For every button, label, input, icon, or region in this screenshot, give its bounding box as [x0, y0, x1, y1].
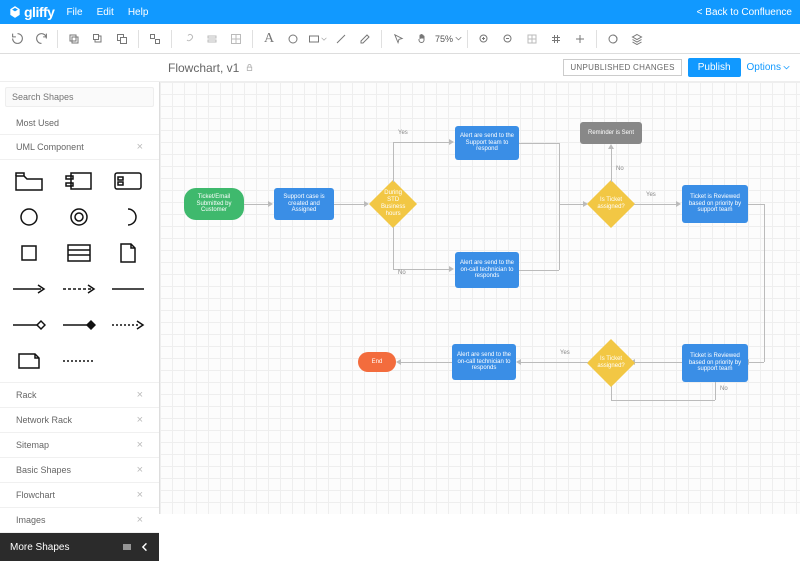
shape-list[interactable] — [58, 240, 100, 266]
shape-line[interactable] — [107, 276, 149, 302]
shape-arrow-dash[interactable] — [58, 276, 100, 302]
shape-doc[interactable] — [107, 240, 149, 266]
table-icon[interactable] — [225, 28, 247, 50]
circle-tool-icon[interactable] — [282, 28, 304, 50]
menu-file[interactable]: File — [66, 7, 82, 18]
node-end[interactable]: End — [358, 352, 396, 372]
node-start[interactable]: Ticket/Email Submitted by Customer — [184, 188, 244, 220]
redo-icon[interactable] — [30, 28, 52, 50]
cat-images[interactable]: Images× — [0, 508, 159, 533]
toolbar: A 75% — [0, 24, 800, 54]
zoom-level[interactable]: 75% — [435, 34, 462, 44]
label-no: No — [720, 386, 728, 392]
node-decision-hours[interactable]: During STD Business hours — [369, 180, 417, 228]
close-icon[interactable]: × — [137, 141, 143, 153]
lock-icon — [245, 63, 254, 72]
cat-flowchart[interactable]: Flowchart× — [0, 483, 159, 508]
shape-circle[interactable] — [8, 204, 50, 230]
pen-tool-icon[interactable] — [354, 28, 376, 50]
close-icon[interactable]: × — [137, 489, 143, 501]
cat-basic[interactable]: Basic Shapes× — [0, 458, 159, 483]
cat-uml[interactable]: UML Component× — [0, 135, 159, 160]
node-decision-assigned2[interactable]: Is Ticket assigned? — [587, 339, 635, 387]
options-dropdown[interactable]: Options — [747, 62, 790, 73]
shape-lolli-open[interactable] — [8, 312, 50, 338]
close-icon[interactable]: × — [137, 389, 143, 401]
zoom-in-icon[interactable] — [473, 28, 495, 50]
group-icon[interactable] — [144, 28, 166, 50]
shape-square[interactable] — [8, 240, 50, 266]
cat-rack[interactable]: Rack× — [0, 383, 159, 408]
cat-network-rack[interactable]: Network Rack× — [0, 408, 159, 433]
theme-icon[interactable] — [602, 28, 624, 50]
node-alert-oncall2[interactable]: Alert are send to the on-call technician… — [452, 344, 516, 380]
chevron-left-icon — [141, 542, 149, 552]
pointer-tool-icon[interactable] — [387, 28, 409, 50]
layer-icon[interactable] — [201, 28, 223, 50]
shape-dots[interactable] — [58, 348, 100, 374]
node-case[interactable]: Support case is created and Assigned — [274, 188, 334, 220]
publish-button[interactable]: Publish — [688, 58, 741, 77]
cat-most-used[interactable]: Most Used — [0, 112, 159, 135]
grid-icon[interactable] — [545, 28, 567, 50]
shapes-panel: Most Used UML Component× Rack× Network R… — [0, 82, 160, 514]
layers-icon[interactable] — [626, 28, 648, 50]
snap-icon[interactable] — [569, 28, 591, 50]
label-yes: Yes — [398, 130, 408, 136]
back-icon[interactable] — [111, 28, 133, 50]
close-icon[interactable]: × — [137, 514, 143, 526]
node-reminder[interactable]: Reminder is Sent — [580, 122, 642, 144]
search-input[interactable] — [5, 87, 154, 107]
text-icon[interactable]: A — [258, 28, 280, 50]
shape-arrow-dash2[interactable] — [107, 312, 149, 338]
shape-ring[interactable] — [58, 204, 100, 230]
shape-grid — [0, 160, 159, 383]
label-no: No — [616, 166, 624, 172]
menu-help[interactable]: Help — [128, 7, 149, 18]
shape-arrow-solid[interactable] — [8, 276, 50, 302]
doc-title[interactable]: Flowchart, v1 — [168, 61, 254, 75]
copy-icon[interactable] — [63, 28, 85, 50]
close-icon[interactable]: × — [137, 464, 143, 476]
fit-icon[interactable] — [521, 28, 543, 50]
shape-lolli-fill[interactable] — [58, 312, 100, 338]
cat-sitemap[interactable]: Sitemap× — [0, 433, 159, 458]
shape-component[interactable] — [58, 168, 100, 194]
menu-items: File Edit Help — [66, 7, 148, 18]
front-icon[interactable] — [87, 28, 109, 50]
hand-tool-icon[interactable] — [411, 28, 433, 50]
shape-folder[interactable] — [8, 168, 50, 194]
back-to-confluence[interactable]: < Back to Confluence — [697, 7, 792, 18]
status-badge: UNPUBLISHED CHANGES — [563, 59, 681, 76]
close-icon[interactable]: × — [137, 414, 143, 426]
search-shapes — [0, 82, 159, 112]
link-icon[interactable] — [177, 28, 199, 50]
label-yes: Yes — [560, 350, 570, 356]
label-no: No — [398, 270, 406, 276]
shapes-stack-icon — [121, 541, 133, 553]
canvas[interactable]: Ticket/Email Submitted by Customer Suppo… — [160, 82, 800, 514]
node-review2[interactable]: Ticket is Reviewed based on priority by … — [682, 344, 748, 382]
shape-note[interactable] — [8, 348, 50, 374]
undo-icon[interactable] — [6, 28, 28, 50]
close-icon[interactable]: × — [137, 439, 143, 451]
zoom-out-icon[interactable] — [497, 28, 519, 50]
rect-tool-icon[interactable] — [306, 28, 328, 50]
brand-logo: gliffy — [8, 4, 54, 20]
node-alert-support[interactable]: Alert are send to the Support team to re… — [455, 126, 519, 160]
shape-arc[interactable] — [107, 204, 149, 230]
doc-bar: Flowchart, v1 UNPUBLISHED CHANGES Publis… — [0, 54, 800, 82]
shape-component2[interactable] — [107, 168, 149, 194]
node-alert-oncall1[interactable]: Alert are send to the on-call technician… — [455, 252, 519, 288]
label-yes: Yes — [646, 192, 656, 198]
node-decision-assigned1[interactable]: Is Ticket assigned? — [587, 180, 635, 228]
more-shapes-button[interactable]: More Shapes — [0, 533, 159, 561]
menu-edit[interactable]: Edit — [97, 7, 114, 18]
top-menubar: gliffy File Edit Help < Back to Confluen… — [0, 0, 800, 24]
node-review1[interactable]: Ticket is Reviewed based on priority by … — [682, 185, 748, 223]
line-tool-icon[interactable] — [330, 28, 352, 50]
